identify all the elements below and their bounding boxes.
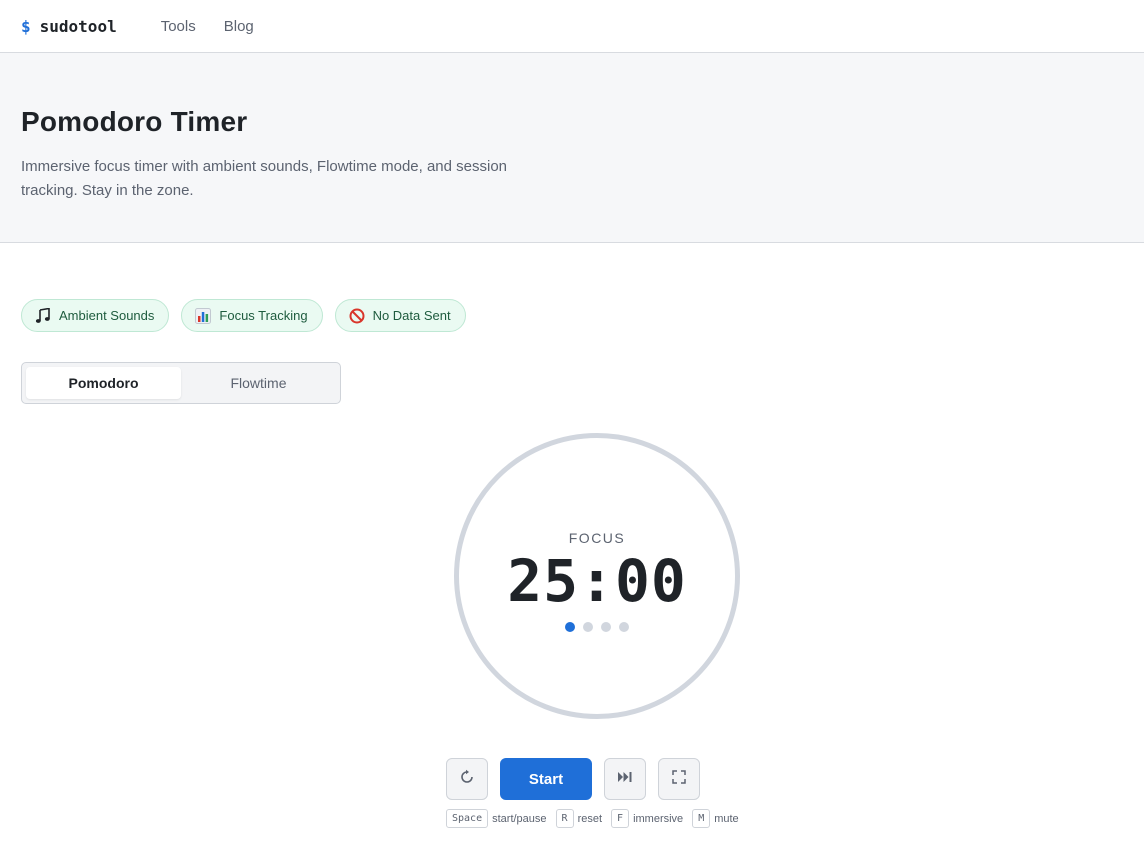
logo-text: sudotool bbox=[39, 16, 117, 36]
shortcut-desc: immersive bbox=[633, 812, 684, 825]
start-button[interactable]: Start bbox=[500, 758, 592, 800]
fullscreen-button[interactable] bbox=[658, 758, 700, 800]
shortcut-key: M bbox=[692, 809, 711, 828]
shortcut-key: Space bbox=[446, 809, 489, 828]
badge-focus-tracking: Focus Tracking bbox=[181, 299, 323, 332]
skip-button[interactable] bbox=[604, 758, 646, 800]
tab-flowtime[interactable]: Flowtime bbox=[181, 367, 336, 399]
music-note-icon bbox=[35, 307, 51, 324]
session-dot bbox=[583, 622, 593, 632]
fullscreen-icon bbox=[672, 769, 686, 789]
timer-ring: FOCUS 25:00 bbox=[454, 433, 740, 719]
time-display: 25:00 bbox=[507, 547, 687, 615]
tab-pomodoro[interactable]: Pomodoro bbox=[26, 367, 181, 399]
site-logo[interactable]: $ sudotool bbox=[21, 17, 117, 36]
reset-button[interactable] bbox=[446, 758, 488, 800]
mode-switch: Pomodoro Flowtime bbox=[21, 362, 341, 404]
page-description: Immersive focus timer with ambient sound… bbox=[21, 158, 508, 199]
badge-label: Focus Tracking bbox=[219, 308, 308, 323]
nav-link-blog[interactable]: Blog bbox=[224, 18, 254, 35]
nav-link-tools[interactable]: Tools bbox=[161, 18, 196, 35]
shortcut-key: F bbox=[611, 809, 630, 828]
session-dot bbox=[619, 622, 629, 632]
phase-label: FOCUS bbox=[568, 530, 626, 546]
session-dot bbox=[601, 622, 611, 632]
badge-no-data-sent: No Data Sent bbox=[334, 299, 466, 332]
reset-icon bbox=[459, 769, 475, 790]
bar-chart-icon bbox=[195, 307, 212, 324]
timer-controls: Start bbox=[446, 758, 712, 800]
badge-label: Ambient Sounds bbox=[59, 308, 155, 323]
shortcut-desc: reset bbox=[577, 812, 603, 825]
shortcut-desc: mute bbox=[714, 812, 739, 825]
keyboard-shortcuts: Space start/pause R reset F immersive M … bbox=[446, 809, 748, 828]
badge-ambient-sounds: Ambient Sounds bbox=[21, 299, 170, 332]
no-entry-icon bbox=[349, 308, 365, 324]
hero-section: Pomodoro Timer Immersive focus timer wit… bbox=[0, 53, 1144, 243]
timer: FOCUS 25:00 bbox=[454, 433, 740, 719]
session-dots bbox=[561, 622, 633, 632]
shortcut-desc: start/pause bbox=[492, 812, 547, 825]
shortcut-key: R bbox=[555, 809, 574, 828]
session-dot bbox=[565, 622, 575, 632]
page-title: Pomodoro Timer bbox=[21, 106, 248, 137]
badge-label: No Data Sent bbox=[372, 308, 451, 323]
feature-badges: Ambient Sounds Focus Tracking No Data Se… bbox=[0, 243, 1144, 332]
top-nav: $ sudotool Tools Blog bbox=[0, 0, 1144, 53]
logo-prefix: $ bbox=[21, 16, 31, 36]
nav-links: Tools Blog bbox=[161, 18, 282, 35]
skip-icon bbox=[617, 770, 633, 789]
